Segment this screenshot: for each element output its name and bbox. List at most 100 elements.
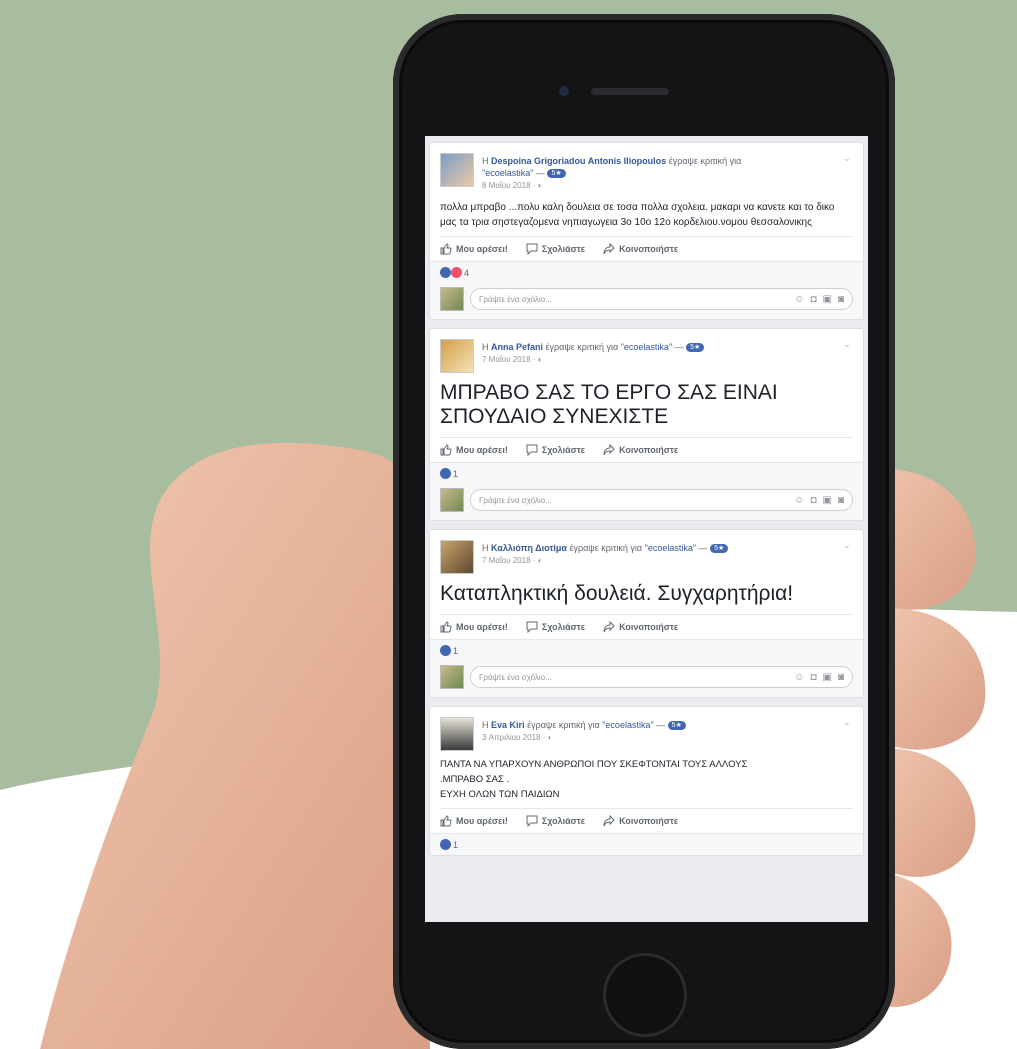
review-post: Η Eva Kiri έγραψε κριτική για "ecoelasti… [429, 706, 864, 856]
reactions-count: 1 [453, 839, 459, 850]
share-label: Κοινοποιήστε [619, 622, 679, 632]
post-text-line: .ΜΠΡΑΒΟ ΣΑΣ . [440, 774, 510, 785]
share-button[interactable]: Κοινοποιήστε [603, 444, 678, 456]
comment-icon [526, 444, 538, 456]
comment-placeholder: Γράψτε ένα σχόλιο... [479, 294, 552, 304]
gif-icon[interactable]: ▣ [823, 672, 832, 683]
camera-icon[interactable]: ◘ [810, 672, 816, 683]
reactions-summary[interactable]: 4 [430, 261, 863, 283]
reactions-summary[interactable]: 1 [430, 833, 863, 855]
thumbs-up-icon [440, 243, 452, 255]
home-button[interactable] [606, 956, 684, 1034]
chevron-down-icon[interactable]: ⌄ [843, 540, 851, 551]
like-label: Μου αρέσει! [456, 816, 508, 826]
like-reaction-icon [440, 645, 451, 656]
wrote-text: έγραψε κριτική για [668, 156, 742, 166]
review-post: Η Despoina Grigoriadou Antonis Iliopoulo… [429, 142, 864, 320]
author-avatar[interactable] [440, 339, 474, 373]
phone-screen: Η Despoina Grigoriadou Antonis Iliopoulo… [425, 136, 868, 922]
front-camera [559, 86, 569, 96]
post-text-line: ΕΥΧΗ ΟΛΩΝ ΤΩΝ ΠΑΙΔΙΩΝ [440, 789, 560, 800]
like-button[interactable]: Μου αρέσει! [440, 815, 508, 827]
author-name[interactable]: Anna Pefani [491, 342, 543, 352]
chevron-down-icon[interactable]: ⌄ [843, 153, 851, 164]
viewer-avatar [440, 287, 464, 311]
author-avatar[interactable] [440, 153, 474, 187]
rating-badge: 5★ [686, 343, 705, 353]
camera-icon[interactable]: ◘ [810, 294, 816, 305]
page-link[interactable]: "ecoelastika" [621, 342, 672, 352]
camera-icon[interactable]: ◘ [810, 495, 816, 506]
action-bar: Μου αρέσει! Σχολιάστε Κοινοποιήστε [440, 614, 853, 639]
author-name[interactable]: Despoina Grigoriadou Antonis Iliopoulos [491, 156, 666, 166]
reactions-count: 1 [453, 468, 459, 479]
like-button[interactable]: Μου αρέσει! [440, 444, 508, 456]
reactions-count: 1 [453, 645, 459, 656]
post-date[interactable]: 8 Μαΐου 2018 · ◐ [482, 181, 543, 190]
prefix: Η [482, 720, 489, 730]
gif-icon[interactable]: ▣ [823, 495, 832, 506]
post-text: ΜΠΡΑΒΟ ΣΑΣ ΤΟ ΕΡΓΟ ΣΑΣ ΕΙΝΑΙ ΣΠΟΥΔΑΙΟ ΣΥ… [440, 381, 778, 428]
prefix: Η [482, 543, 489, 553]
page-link[interactable]: "ecoelastika" [645, 543, 696, 553]
earpiece-speaker [591, 88, 669, 95]
share-button[interactable]: Κοινοποιήστε [603, 815, 678, 827]
wrote-text: έγραψε κριτική για [527, 720, 600, 730]
comment-button[interactable]: Σχολιάστε [526, 621, 585, 633]
like-button[interactable]: Μου αρέσει! [440, 621, 508, 633]
like-label: Μου αρέσει! [456, 445, 508, 455]
emoji-icon[interactable]: ☺ [794, 294, 804, 305]
sticker-icon[interactable]: ◙ [838, 672, 844, 683]
action-bar: Μου αρέσει! Σχολιάστε Κοινοποιήστε [440, 437, 853, 462]
comment-icon [526, 815, 538, 827]
share-label: Κοινοποιήστε [619, 816, 679, 826]
author-name[interactable]: Eva Kiri [491, 720, 525, 730]
comment-icon [526, 243, 538, 255]
like-reaction-icon [440, 267, 451, 278]
sticker-icon[interactable]: ◙ [838, 495, 844, 506]
reactions-count: 4 [464, 267, 470, 278]
comment-input[interactable]: Γράψτε ένα σχόλιο... ☺ ◘ ▣ ◙ [470, 489, 853, 511]
share-button[interactable]: Κοινοποιήστε [603, 243, 678, 255]
action-bar: Μου αρέσει! Σχολιάστε Κοινοποιήστε [440, 808, 853, 833]
comment-button[interactable]: Σχολιάστε [526, 444, 585, 456]
post-date[interactable]: 7 Μαΐου 2018 · ◐ [482, 355, 543, 364]
reactions-summary[interactable]: 1 [430, 639, 863, 661]
reactions-summary[interactable]: 1 [430, 462, 863, 484]
comment-button[interactable]: Σχολιάστε [526, 815, 585, 827]
post-date[interactable]: 7 Μαΐου 2018 · ◐ [482, 556, 543, 565]
emoji-icon[interactable]: ☺ [794, 672, 804, 683]
wrote-text: έγραψε κριτική για [569, 543, 643, 553]
comment-placeholder: Γράψτε ένα σχόλιο... [479, 672, 552, 682]
author-name[interactable]: Καλλιόπη Διοτίμα [491, 543, 567, 553]
share-icon [603, 243, 615, 255]
author-avatar[interactable] [440, 540, 474, 574]
comment-placeholder: Γράψτε ένα σχόλιο... [479, 495, 552, 505]
chevron-down-icon[interactable]: ⌄ [843, 717, 851, 728]
share-button[interactable]: Κοινοποιήστε [603, 621, 678, 633]
share-icon [603, 815, 615, 827]
sticker-icon[interactable]: ◙ [838, 294, 844, 305]
comment-composer: Γράψτε ένα σχόλιο... ☺ ◘ ▣ ◙ [430, 283, 863, 319]
chevron-down-icon[interactable]: ⌄ [843, 339, 851, 350]
comment-input[interactable]: Γράψτε ένα σχόλιο... ☺ ◘ ▣ ◙ [470, 666, 853, 688]
share-label: Κοινοποιήστε [619, 445, 679, 455]
comment-composer: Γράψτε ένα σχόλιο... ☺ ◘ ▣ ◙ [430, 661, 863, 697]
post-text: πολλα μπραβο ...πολυ καλη δουλεια σε τοσ… [440, 202, 835, 228]
post-date[interactable]: 3 Απριλίου 2018 · ◐ [482, 733, 552, 742]
emoji-icon[interactable]: ☺ [794, 495, 804, 506]
comment-label: Σχολιάστε [541, 445, 586, 455]
comment-label: Σχολιάστε [541, 816, 586, 826]
prefix: Η [482, 156, 489, 166]
comment-button[interactable]: Σχολιάστε [526, 243, 585, 255]
post-text-line: ΠΑΝΤΑ ΝΑ ΥΠΑΡΧΟΥΝ ΑΝΘΡΩΠΟΙ ΠΟΥ ΣΚΕΦΤΟΝΤΑ… [440, 759, 748, 770]
like-button[interactable]: Μου αρέσει! [440, 243, 508, 255]
action-bar: Μου αρέσει! Σχολιάστε Κοινοποιήστε [440, 236, 853, 261]
comment-composer: Γράψτε ένα σχόλιο... ☺ ◘ ▣ ◙ [430, 484, 863, 520]
page-link[interactable]: "ecoelastika" [602, 720, 653, 730]
gif-icon[interactable]: ▣ [823, 294, 832, 305]
comment-input[interactable]: Γράψτε ένα σχόλιο... ☺ ◘ ▣ ◙ [470, 288, 853, 310]
love-reaction-icon [451, 267, 462, 278]
author-avatar[interactable] [440, 717, 474, 751]
page-link[interactable]: "ecoelastika" [482, 168, 533, 178]
